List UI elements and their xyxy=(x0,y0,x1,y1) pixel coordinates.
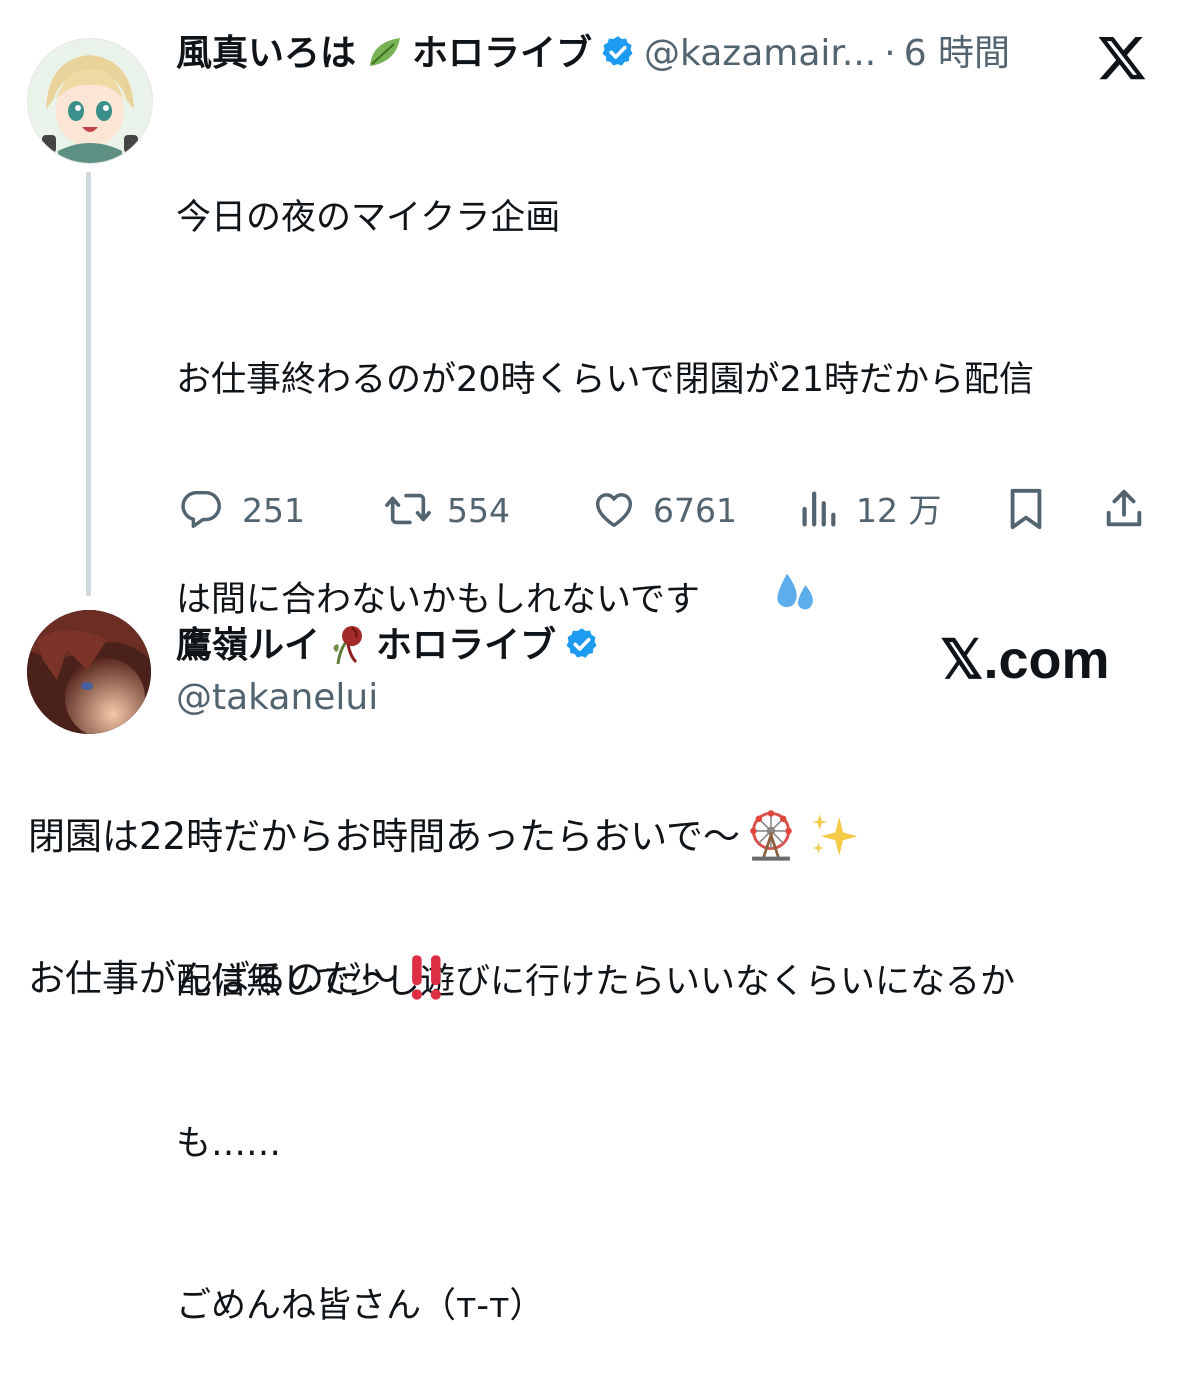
x-com-brand: 𝕏.com xyxy=(940,630,1110,690)
repost-icon xyxy=(383,486,433,536)
affiliation-label: ホロライブ xyxy=(376,625,557,666)
leaf-emoji xyxy=(364,32,404,76)
reply-text: 閉園は22時だからお時間あったらおいで〜 xyxy=(28,815,740,858)
display-name[interactable]: 風真いろは xyxy=(176,32,356,76)
bookmark-icon[interactable] xyxy=(1006,486,1046,536)
repost-count: 554 xyxy=(447,491,510,530)
sparkles-emoji xyxy=(808,808,860,866)
share-icon[interactable] xyxy=(1100,486,1148,536)
reply-line-1: 閉園は22時だからお時間あったらおいで〜 xyxy=(28,808,860,866)
tweet-line: お仕事終わるのが20時くらいで閉園が21時だから配信 xyxy=(176,360,1035,400)
views-icon xyxy=(798,486,838,536)
avatar-takane-lui[interactable] xyxy=(27,610,151,734)
reply-line-2: お仕事がんばるのだ〜 xyxy=(28,950,452,1008)
reply-icon xyxy=(178,486,224,536)
double-exclamation-emoji xyxy=(402,950,452,1008)
views-count: 12 万 xyxy=(856,491,942,530)
repost-action[interactable]: 554 xyxy=(383,486,510,536)
handle[interactable]: @takanelui xyxy=(176,676,378,720)
views-action[interactable]: 12 万 xyxy=(798,486,941,536)
affiliation-label: ホロライブ xyxy=(412,33,593,74)
quoted-tweet-body: 今日の夜のマイクラ企画 お仕事終わるのが20時くらいで閉園が21時だから配信 は… xyxy=(176,83,1156,1387)
verified-badge-icon xyxy=(564,626,600,666)
sweat-droplets-emoji xyxy=(704,515,817,685)
handle[interactable]: @kazamair... xyxy=(644,32,876,76)
like-count: 6761 xyxy=(653,491,737,530)
reply-tweet-header: 鷹嶺ルイ ホロライブ xyxy=(176,624,600,668)
tweet-line: も…… xyxy=(176,1124,282,1164)
heart-icon xyxy=(591,486,637,536)
timestamp[interactable]: 6 時間 xyxy=(904,32,1010,76)
ferris-wheel-emoji xyxy=(744,808,798,866)
tweet-line: ごめんね皆さん（т-т） xyxy=(176,1286,545,1326)
quoted-tweet-header: 風真いろは ホロライブ @kazamair... · 6 時間 xyxy=(176,32,1010,76)
tweet-line: 今日の夜のマイクラ企画 xyxy=(176,198,561,238)
separator-dot: · xyxy=(884,33,896,74)
tweet-line: は間に合わないかもしれないです xyxy=(176,580,700,620)
reply-text: お仕事がんばるのだ〜 xyxy=(28,957,398,1000)
verified-badge-icon xyxy=(600,34,636,74)
reply-count: 251 xyxy=(242,491,305,530)
like-action[interactable]: 6761 xyxy=(591,486,737,536)
reply-action[interactable]: 251 xyxy=(178,486,305,536)
wilted-rose-emoji xyxy=(328,622,368,670)
thread-connector-line xyxy=(86,172,91,596)
x-logo-icon[interactable] xyxy=(1096,32,1148,84)
avatar-kazama-iroha[interactable] xyxy=(27,38,153,164)
display-name[interactable]: 鷹嶺ルイ xyxy=(176,624,320,668)
